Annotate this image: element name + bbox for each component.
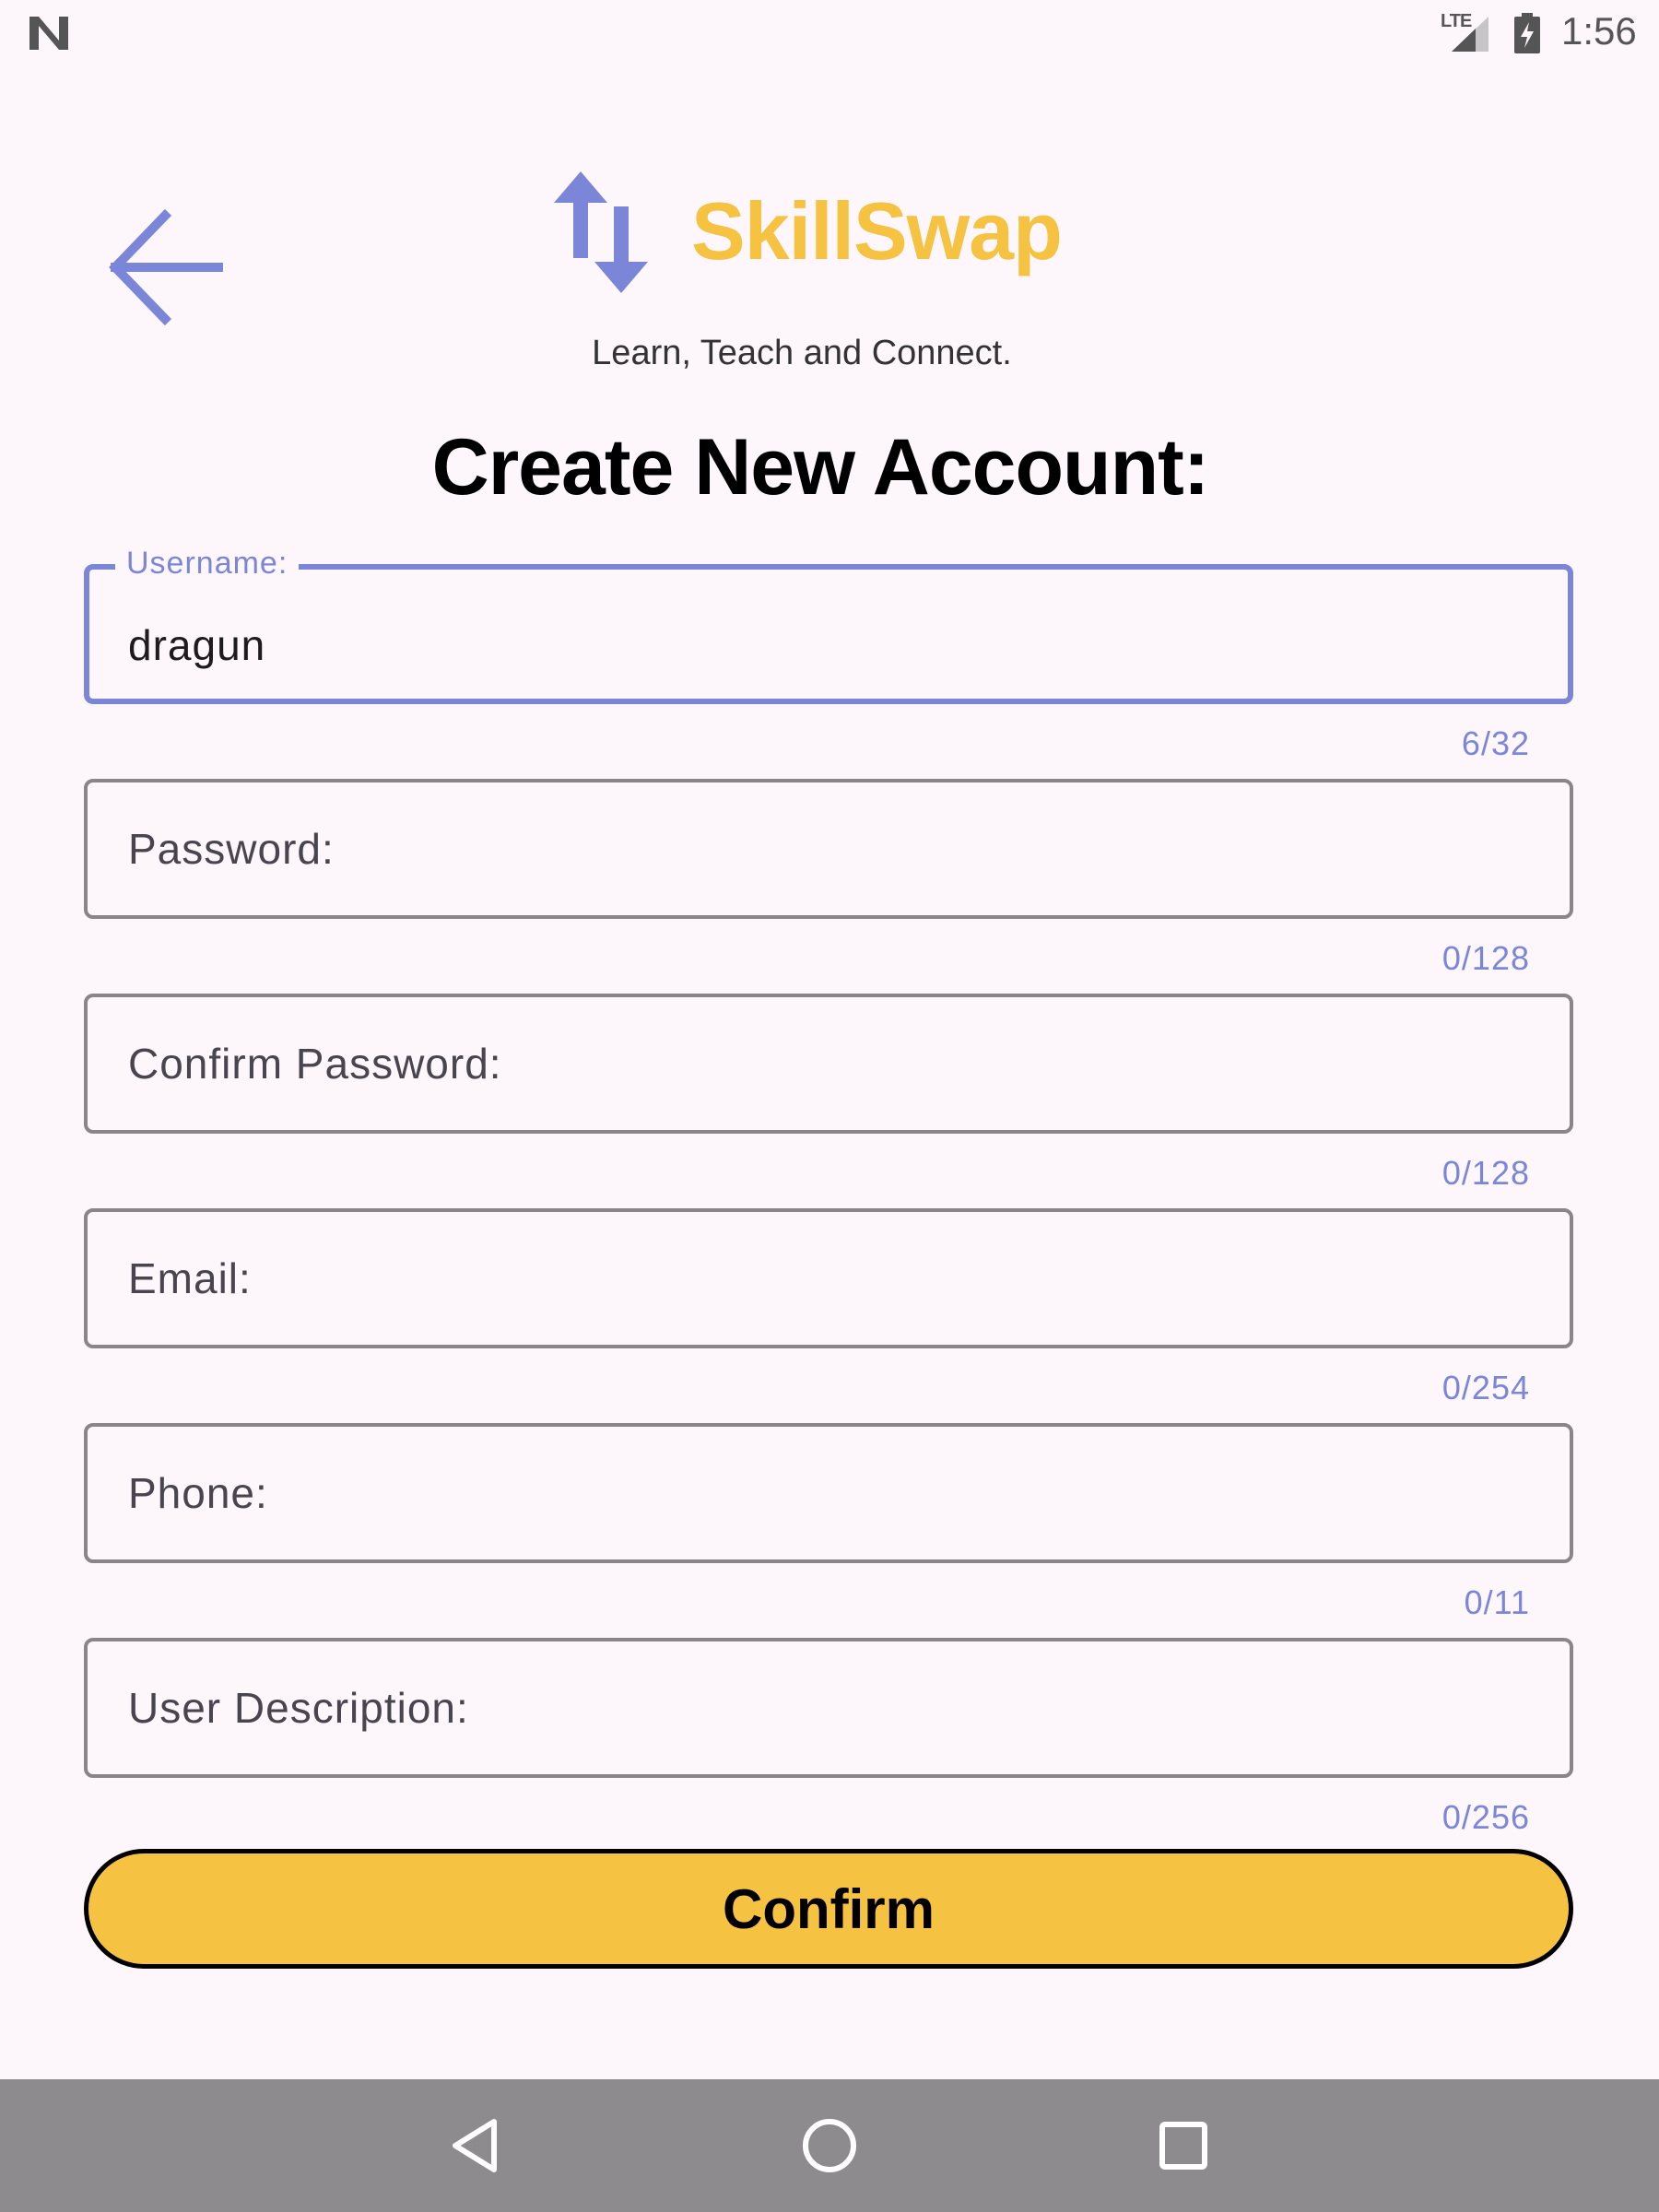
arrow-back-icon [109,208,223,326]
confirm-button[interactable]: Confirm [84,1849,1573,1969]
triangle-back-icon [453,2119,497,2172]
phone-field[interactable] [84,1423,1573,1563]
confirm-password-counter: 0/128 [1441,1154,1530,1192]
phone-input[interactable] [128,1427,1511,1559]
clock: 1:56 [1561,9,1637,53]
user-description-counter: 0/256 [1441,1798,1530,1836]
username-label: Username: [115,546,300,582]
battery-charging-icon [1514,13,1540,53]
password-input[interactable] [128,782,1511,915]
password-field[interactable] [84,779,1573,919]
username-counter: 6/32 [1461,724,1530,762]
confirm-password-field[interactable] [84,994,1573,1134]
confirm-password-input[interactable] [128,997,1511,1130]
user-description-field[interactable] [84,1638,1573,1778]
email-counter: 0/254 [1441,1369,1530,1406]
navigation-bar [0,2079,1659,2212]
email-input[interactable] [128,1212,1511,1345]
username-field[interactable]: Username: [84,546,1573,704]
swap-vertical-icon [554,171,648,293]
tagline: Learn, Teach and Connect. [592,334,1012,372]
back-button[interactable] [100,203,229,332]
username-input[interactable] [128,599,1511,691]
square-recents-icon [1159,2122,1207,2170]
nav-home-button[interactable] [783,2100,876,2192]
phone-counter: 0/11 [1464,1583,1530,1621]
brand-name: SkillSwap [691,185,1063,276]
password-counter: 0/128 [1441,939,1530,977]
signal-icon [1452,17,1488,52]
status-bar: LTE 1:56 [0,0,1659,66]
circle-home-icon [803,2119,856,2172]
page-title: Create New Account: [431,423,1210,512]
nav-recents-button[interactable] [1137,2100,1230,2192]
carrier-logo-icon [29,17,68,50]
user-description-input[interactable] [128,1641,1511,1774]
email-field[interactable] [84,1208,1573,1348]
nav-back-button[interactable] [429,2100,522,2192]
